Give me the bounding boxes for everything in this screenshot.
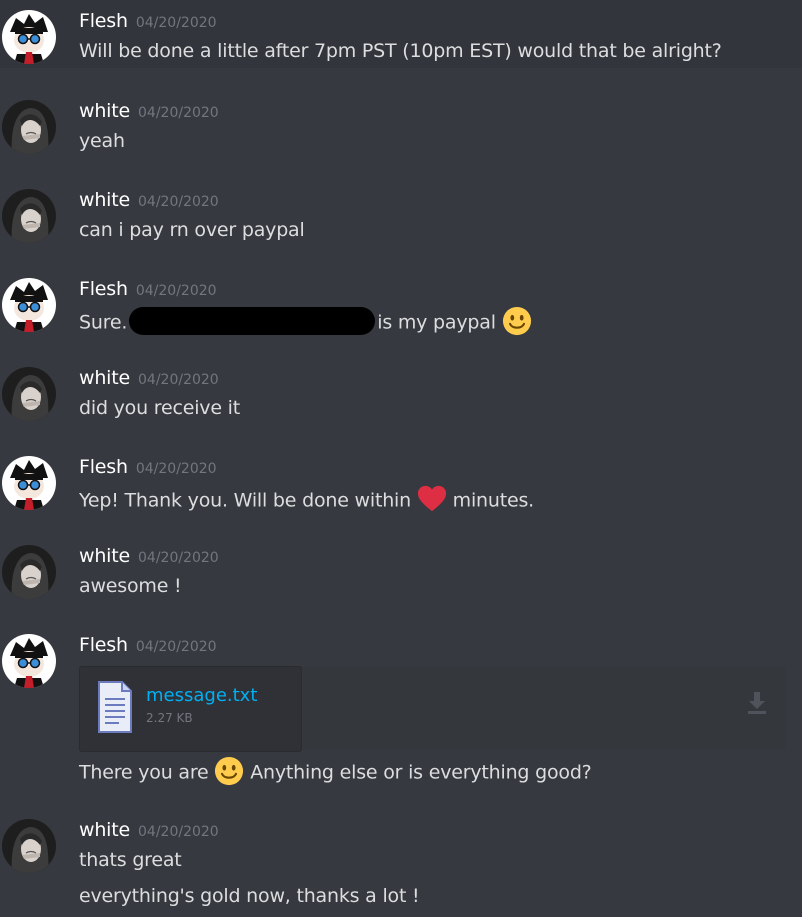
message-header: white 04/20/2020 [79, 545, 219, 569]
avatar[interactable] [2, 10, 56, 64]
avatar[interactable] [2, 456, 56, 510]
timestamp: 04/20/2020 [138, 550, 219, 566]
timestamp: 04/20/2020 [138, 824, 219, 840]
message-header: Flesh 04/20/2020 [79, 10, 217, 34]
avatar[interactable] [2, 819, 56, 873]
avatar[interactable] [2, 367, 56, 421]
file-name-link[interactable]: message.txt [146, 685, 257, 706]
message-text-end: Anything else or is everything good? [250, 761, 592, 784]
message-text: yeah [79, 130, 125, 152]
message-header: white 04/20/2020 [79, 367, 219, 391]
slightly-smiling-face-icon [214, 756, 244, 786]
message-group: white 04/20/2020 can i pay rn over paypal [0, 187, 802, 253]
message-text: did you receive it [79, 397, 240, 419]
message-group: Flesh 04/20/2020 Yep! Thank you. Will be … [0, 454, 802, 524]
message-text: can i pay rn over paypal [79, 219, 305, 241]
attachment-row-background [300, 666, 786, 750]
username[interactable]: white [79, 189, 130, 211]
message-text-start: There you are [79, 761, 209, 784]
message-group: white 04/20/2020 did you receive it [0, 365, 802, 431]
message-group: Flesh 04/20/2020 Will be done a little af… [0, 0, 802, 68]
message-header: Flesh 04/20/2020 [79, 456, 217, 480]
username[interactable]: white [79, 367, 130, 389]
message-text: There you are Anything else or is everyt… [79, 758, 592, 788]
username[interactable]: Flesh [79, 10, 128, 32]
message-text: Will be done a little after 7pm PST (10p… [79, 40, 722, 62]
username[interactable]: white [79, 100, 130, 122]
message-text-end: is my paypal [377, 311, 496, 334]
slightly-smiling-face-icon [502, 306, 532, 336]
heart-icon [417, 484, 447, 514]
avatar[interactable] [2, 189, 56, 243]
message-group: white 04/20/2020 thats great everything's… [0, 817, 802, 917]
avatar[interactable] [2, 545, 56, 599]
message-text: thats great [79, 849, 182, 871]
message-text: Yep! Thank you. Will be done within minu… [79, 486, 534, 516]
download-icon[interactable] [746, 690, 768, 716]
file-attachment[interactable]: message.txt 2.27 KB [79, 666, 302, 752]
username[interactable]: Flesh [79, 278, 128, 300]
timestamp: 04/20/2020 [138, 372, 219, 388]
message-text-start: Yep! Thank you. Will be done within [79, 489, 411, 512]
message-text: Sure. is my paypal [79, 308, 532, 338]
message-group: white 04/20/2020 awesome ! [0, 543, 802, 609]
avatar[interactable] [2, 634, 56, 688]
message-text-end: minutes. [452, 489, 535, 512]
username[interactable]: Flesh [79, 634, 128, 656]
message-header: Flesh 04/20/2020 [79, 278, 217, 302]
message-header: white 04/20/2020 [79, 100, 219, 124]
message-header: white 04/20/2020 [79, 819, 219, 843]
avatar[interactable] [2, 278, 56, 332]
message-text: everything's gold now, thanks a lot ! [79, 885, 420, 907]
message-group: Flesh 04/20/2020 Sure. is my paypal [0, 276, 802, 346]
timestamp: 04/20/2020 [135, 15, 217, 31]
redacted-block [129, 307, 376, 335]
message-text: awesome ! [79, 575, 182, 597]
username[interactable]: Flesh [79, 456, 128, 478]
message-group: Flesh 04/20/2020 message.txt 2.27 KB Ther… [0, 632, 802, 792]
message-header: white 04/20/2020 [79, 189, 219, 213]
username[interactable]: white [79, 819, 130, 841]
timestamp: 04/20/2020 [135, 639, 217, 655]
timestamp: 04/20/2020 [138, 194, 219, 210]
timestamp: 04/20/2020 [135, 461, 217, 477]
file-size: 2.27 KB [146, 711, 193, 725]
message-group: white 04/20/2020 yeah [0, 98, 802, 164]
message-text-start: Sure. [79, 311, 128, 334]
text-file-icon [98, 681, 132, 733]
message-header: Flesh 04/20/2020 [79, 634, 217, 658]
username[interactable]: white [79, 545, 130, 567]
timestamp: 04/20/2020 [138, 105, 219, 121]
avatar[interactable] [2, 100, 56, 154]
timestamp: 04/20/2020 [135, 283, 217, 299]
